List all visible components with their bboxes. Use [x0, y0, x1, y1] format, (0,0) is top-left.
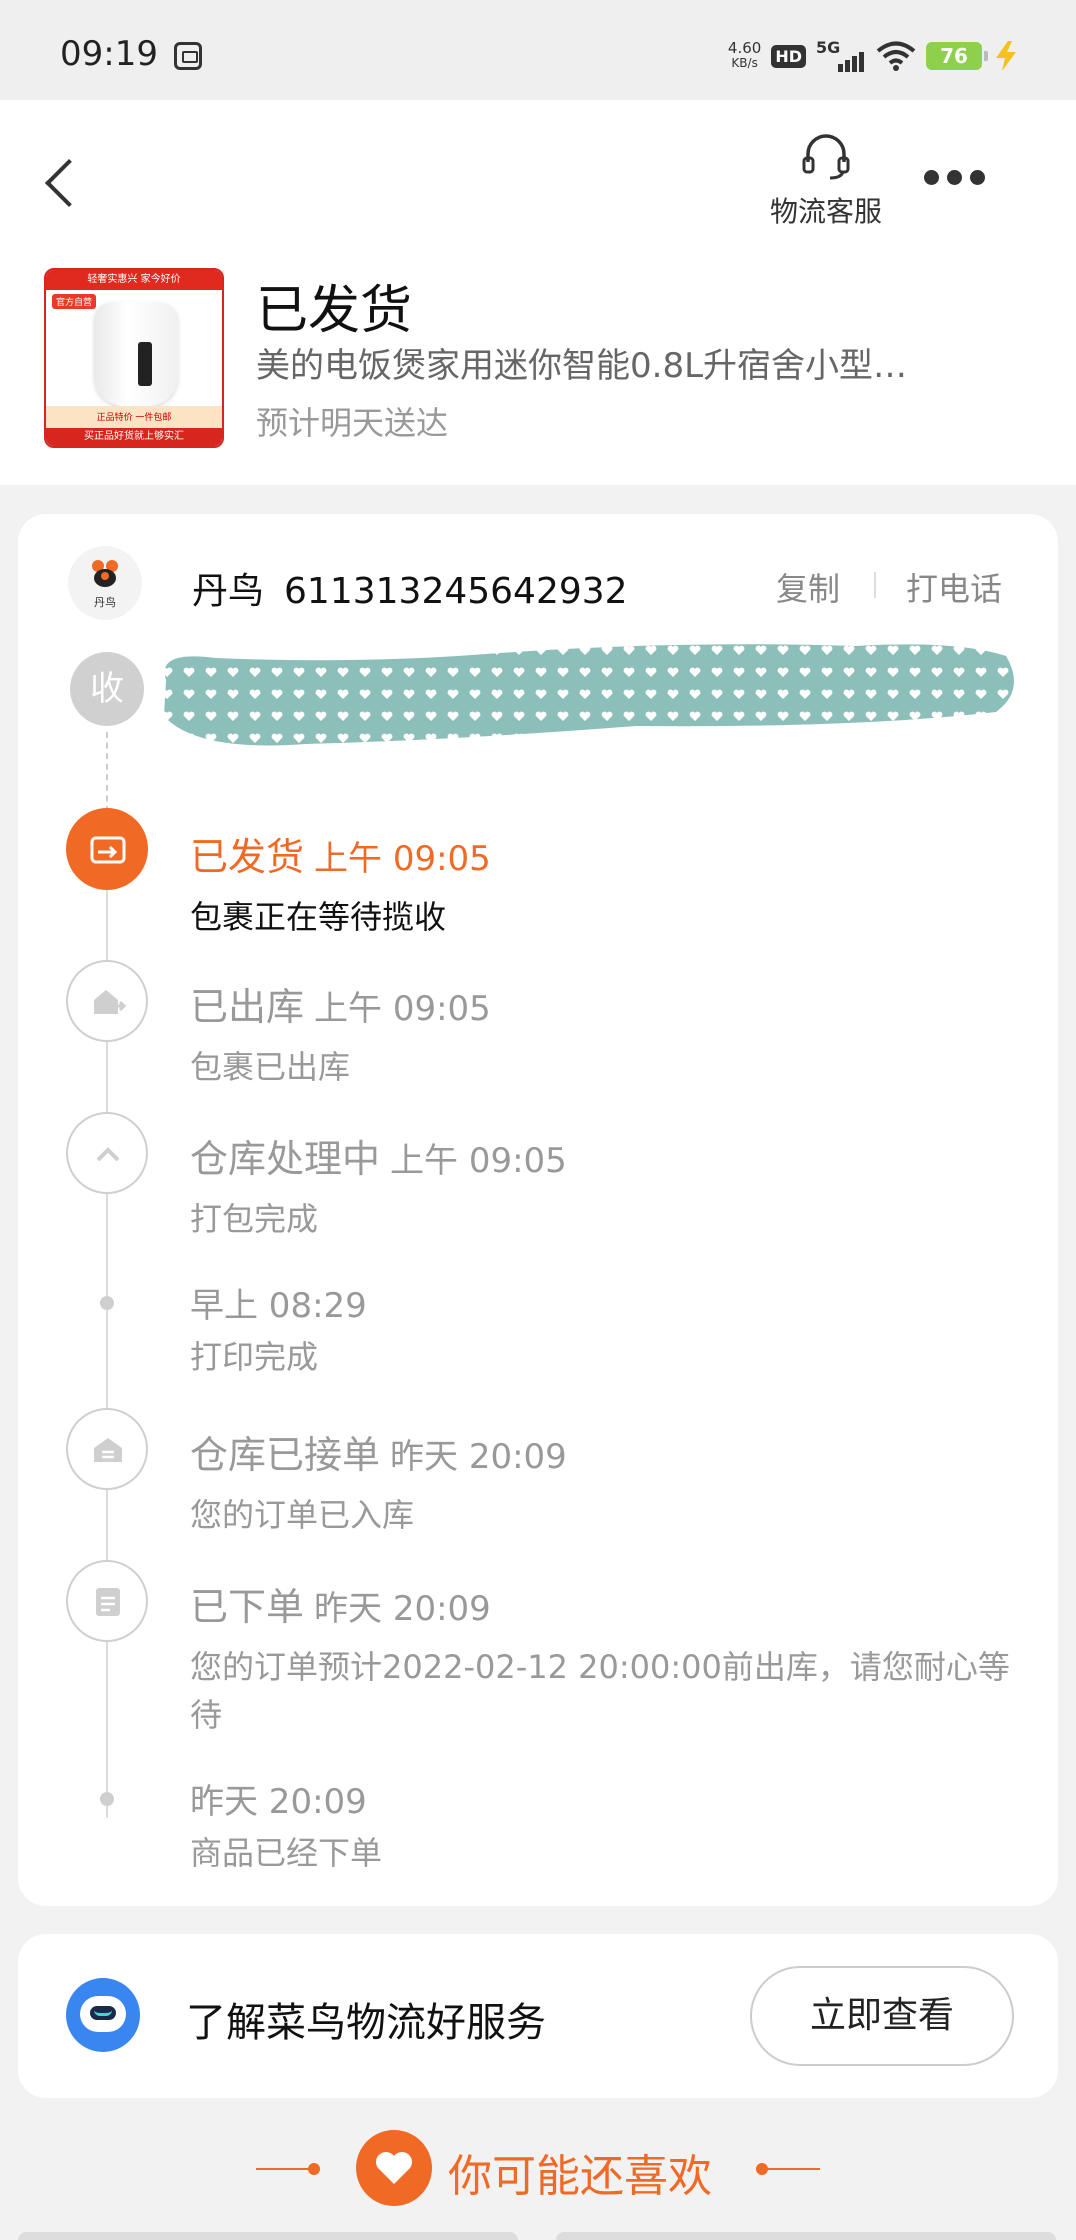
event-time: 昨天 20:09: [190, 1782, 367, 1822]
thumbnail-bottom-banner: 买正品好货就上够实汇: [46, 428, 222, 446]
timeline-event: 已出库 上午 09:05 包裹已出库: [190, 976, 1030, 1091]
timeline-dot: [100, 1296, 114, 1310]
timeline-event: 早上 08:29 打印完成: [190, 1278, 1030, 1381]
divider-dot: [308, 2163, 320, 2175]
order-placed-node: [66, 1560, 148, 1642]
event-time: 上午 09:05: [390, 1141, 567, 1181]
logistics-service-button[interactable]: 物流客服: [756, 132, 896, 230]
rice-cooker-image: [94, 302, 178, 406]
thumbnail-promo: 正品特价 一件包邮: [96, 413, 172, 423]
event-description: 您的订单已入库: [190, 1496, 415, 1534]
event-time: 昨天 20:09: [390, 1437, 567, 1477]
charging-icon: [996, 41, 1016, 71]
product-thumbnail[interactable]: 轻奢实惠兴 家今好价 官方自营 正品特价 一件包邮 买正品好货就上够实汇: [44, 268, 224, 448]
courier-info: 丹鸟 611313245642932: [192, 562, 628, 614]
tracking-number[interactable]: 611313245642932: [284, 571, 628, 612]
logistics-service-label: 物流客服: [769, 195, 882, 228]
cainiao-service-banner: 了解菜鸟物流好服务 立即查看: [18, 1934, 1058, 2098]
network-speed-unit: KB/s: [731, 56, 758, 70]
courier-logo-label: 丹鸟: [94, 596, 116, 609]
thumbnail-tag: 官方自营: [52, 294, 97, 309]
heart-icon: [356, 2130, 432, 2206]
recommend-header: 你可能还喜欢: [0, 2120, 1076, 2220]
battery-icon: 76: [926, 42, 988, 70]
divider: [256, 2168, 316, 2170]
status-bar: 09:19 4.60 KB/s HD 5G 76: [0, 0, 1076, 100]
document-icon: [96, 1588, 120, 1616]
timeline-event: 已下单 昨天 20:09 您的订单预计2022-02-12 20:00:00前出库…: [190, 1576, 1030, 1739]
network-speed-value: 4.60: [727, 39, 762, 57]
more-menu-button[interactable]: [924, 162, 990, 192]
redacted-address: [164, 644, 1014, 746]
signal-icon: 5G: [816, 38, 866, 74]
back-button[interactable]: [40, 152, 84, 212]
shipped-node: [66, 808, 148, 890]
shipped-icon: [90, 836, 126, 864]
tracking-card: 丹鸟 丹鸟 611313245642932 复制 打电话 收 已发货 上午 09:0…: [18, 514, 1058, 1906]
event-description: 打包完成: [190, 1200, 319, 1238]
more-dot-icon: [947, 169, 962, 185]
shipping-status-title: 已发货: [256, 281, 413, 341]
call-button[interactable]: 打电话: [906, 564, 1002, 610]
status-indicators: 4.60 KB/s HD 5G 76: [728, 36, 1020, 76]
delivery-estimate: 预计明天送达: [256, 404, 449, 442]
view-now-button[interactable]: 立即查看: [750, 1966, 1014, 2066]
warehouse-icon: [94, 1438, 122, 1462]
headset-icon: [802, 134, 850, 180]
processing-node: [66, 1112, 148, 1194]
network-type: 5G: [816, 38, 841, 57]
event-description: 打印完成: [190, 1338, 319, 1376]
timeline-event: 仓库已接单 昨天 20:09 您的订单已入库: [190, 1424, 1030, 1539]
event-description: 您的订单预计2022-02-12 20:00:00前出库，请您耐心等待: [190, 1648, 1010, 1734]
recommend-item-peek[interactable]: [556, 2232, 1056, 2240]
network-speed: 4.60 KB/s: [728, 41, 761, 71]
more-dot-icon: [924, 169, 939, 185]
robot-icon: [66, 1978, 140, 2052]
recommend-item-peek[interactable]: [18, 2232, 518, 2240]
service-banner-text: 了解菜鸟物流好服务: [186, 2000, 546, 2046]
divider: [874, 572, 876, 598]
recommend-label: 你可能还喜欢: [448, 2151, 712, 2202]
courier-name: 丹鸟: [192, 571, 265, 612]
event-description: 包裹正在等待揽收: [190, 898, 447, 936]
timeline-event: 仓库处理中 上午 09:05 打包完成: [190, 1128, 1030, 1243]
event-status: 已出库: [190, 985, 305, 1029]
event-status: 仓库处理中: [190, 1137, 381, 1181]
courier-logo: 丹鸟: [68, 546, 142, 620]
bird-icon: [92, 560, 118, 587]
event-status: 已下单: [190, 1585, 305, 1629]
order-accepted-node: [66, 1408, 148, 1490]
timeline-event: 已发货 上午 09:05 包裹正在等待揽收: [190, 826, 1030, 941]
event-time: 上午 09:05: [314, 839, 491, 879]
divider: [760, 2168, 820, 2170]
timeline-dot: [100, 1792, 114, 1806]
product-name[interactable]: 美的电饭煲家用迷你智能0.8L升宿舍小型…: [256, 338, 996, 387]
event-status: 仓库已接单: [190, 1433, 381, 1477]
event-status: 已发货: [190, 835, 305, 879]
out-of-warehouse-node: [66, 960, 148, 1042]
event-time: 早上 08:29: [190, 1286, 367, 1326]
event-time: 昨天 20:09: [314, 1589, 491, 1629]
timeline-event: 昨天 20:09 商品已经下单: [190, 1774, 1030, 1877]
chevron-up-icon: [96, 1147, 120, 1162]
notification-icon: [174, 42, 202, 70]
event-description: 包裹已出库: [190, 1048, 351, 1086]
event-description: 商品已经下单: [190, 1834, 383, 1872]
receiver-connector: [106, 732, 108, 812]
copy-button[interactable]: 复制: [776, 564, 840, 610]
receiver-marker: 收: [70, 652, 144, 726]
order-header: 物流客服 轻奢实惠兴 家今好价 官方自营 正品特价 一件包邮 买正品好货就上够实…: [0, 100, 1076, 485]
thumbnail-top-banner: 轻奢实惠兴 家今好价: [46, 270, 222, 290]
event-time: 上午 09:05: [314, 989, 491, 1029]
wifi-icon: [876, 40, 916, 72]
hd-badge: HD: [771, 44, 806, 68]
status-time: 09:19: [60, 34, 158, 74]
more-dot-icon: [970, 169, 985, 185]
warehouse-exit-icon: [94, 990, 127, 1014]
